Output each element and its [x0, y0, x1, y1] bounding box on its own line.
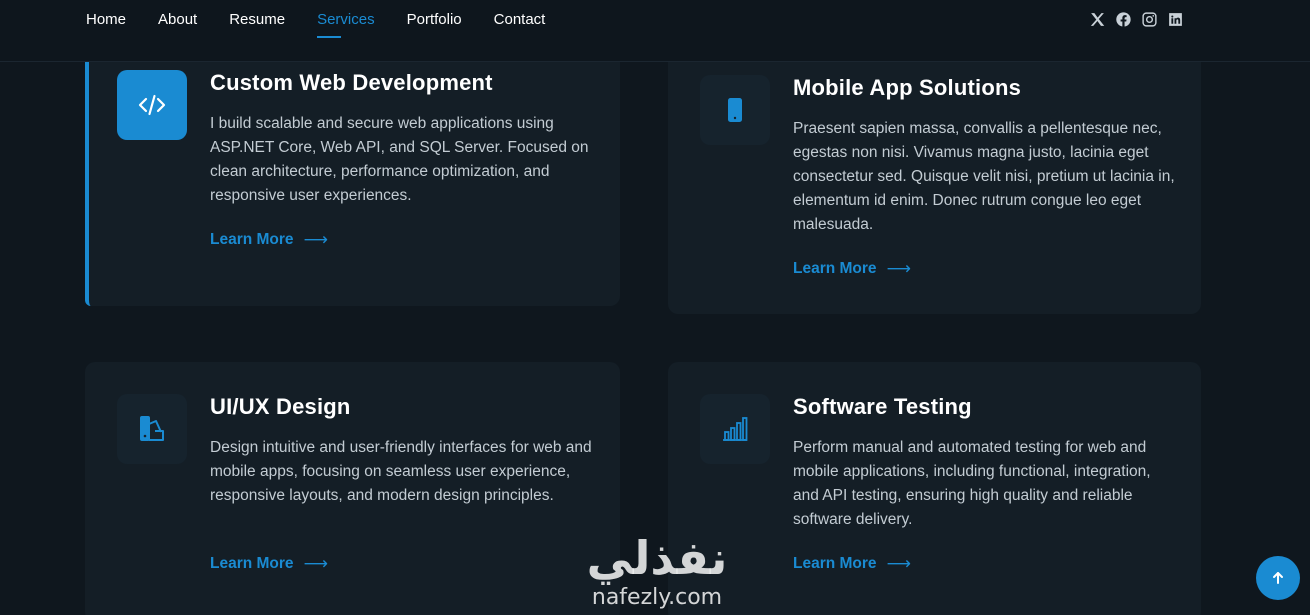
scroll-top-button[interactable] [1256, 556, 1300, 600]
nav-home[interactable]: Home [86, 10, 126, 30]
nav-services[interactable]: Services [317, 10, 375, 38]
nav-contact[interactable]: Contact [494, 10, 546, 30]
learn-more-label: Learn More [793, 260, 877, 277]
site-header: Home About Resume Services Portfolio Con… [0, 0, 1310, 62]
service-description: Design intuitive and user-friendly inter… [210, 439, 592, 504]
main-nav: Home About Resume Services Portfolio Con… [86, 10, 546, 38]
instagram-icon[interactable] [1140, 10, 1158, 28]
service-description: I build scalable and secure web applicat… [210, 115, 589, 204]
watermark-arabic: نفذلي [586, 531, 728, 585]
learn-more-link[interactable]: Learn More ⟶ [793, 259, 911, 279]
phone-icon [700, 75, 770, 145]
linkedin-icon[interactable] [1166, 10, 1184, 28]
arrow-right-icon: ⟶ [886, 259, 911, 278]
watermark-latin: nafezly.com [591, 585, 723, 610]
learn-more-label: Learn More [210, 231, 294, 248]
service-title: Software Testing [793, 394, 972, 419]
palette-swatch-icon [117, 394, 187, 464]
learn-more-link[interactable]: Learn More ⟶ [793, 554, 911, 574]
nav-about[interactable]: About [158, 10, 197, 30]
nav-resume[interactable]: Resume [229, 10, 285, 30]
service-title: Mobile App Solutions [793, 75, 1022, 100]
service-card-ui-ux: UI/UX Design Design intuitive and user-f… [85, 362, 620, 615]
nafezly-watermark: نفذلي nafezly.com [572, 530, 742, 615]
code-icon [117, 70, 187, 140]
service-title: UI/UX Design [210, 394, 351, 419]
learn-more-link[interactable]: Learn More ⟶ [210, 554, 328, 574]
arrow-right-icon: ⟶ [886, 554, 911, 573]
arrow-right-icon: ⟶ [303, 230, 328, 249]
learn-more-link[interactable]: Learn More ⟶ [210, 230, 328, 250]
service-card-web-development: Custom Web Development I build scalable … [85, 50, 620, 306]
social-links [1088, 10, 1184, 28]
nav-portfolio[interactable]: Portfolio [407, 10, 462, 30]
learn-more-label: Learn More [793, 555, 877, 572]
arrow-right-icon: ⟶ [303, 554, 328, 573]
x-twitter-icon[interactable] [1088, 10, 1106, 28]
service-card-software-testing: Software Testing Perform manual and auto… [668, 362, 1201, 615]
learn-more-label: Learn More [210, 555, 294, 572]
service-description: Praesent sapien massa, convallis a pelle… [793, 120, 1175, 233]
facebook-icon[interactable] [1114, 10, 1132, 28]
service-card-mobile-app: Mobile App Solutions Praesent sapien mas… [668, 50, 1201, 314]
service-title: Custom Web Development [210, 70, 493, 95]
bar-chart-icon [700, 394, 770, 464]
arrow-up-icon [1273, 572, 1283, 584]
service-description: Perform manual and automated testing for… [793, 439, 1151, 528]
